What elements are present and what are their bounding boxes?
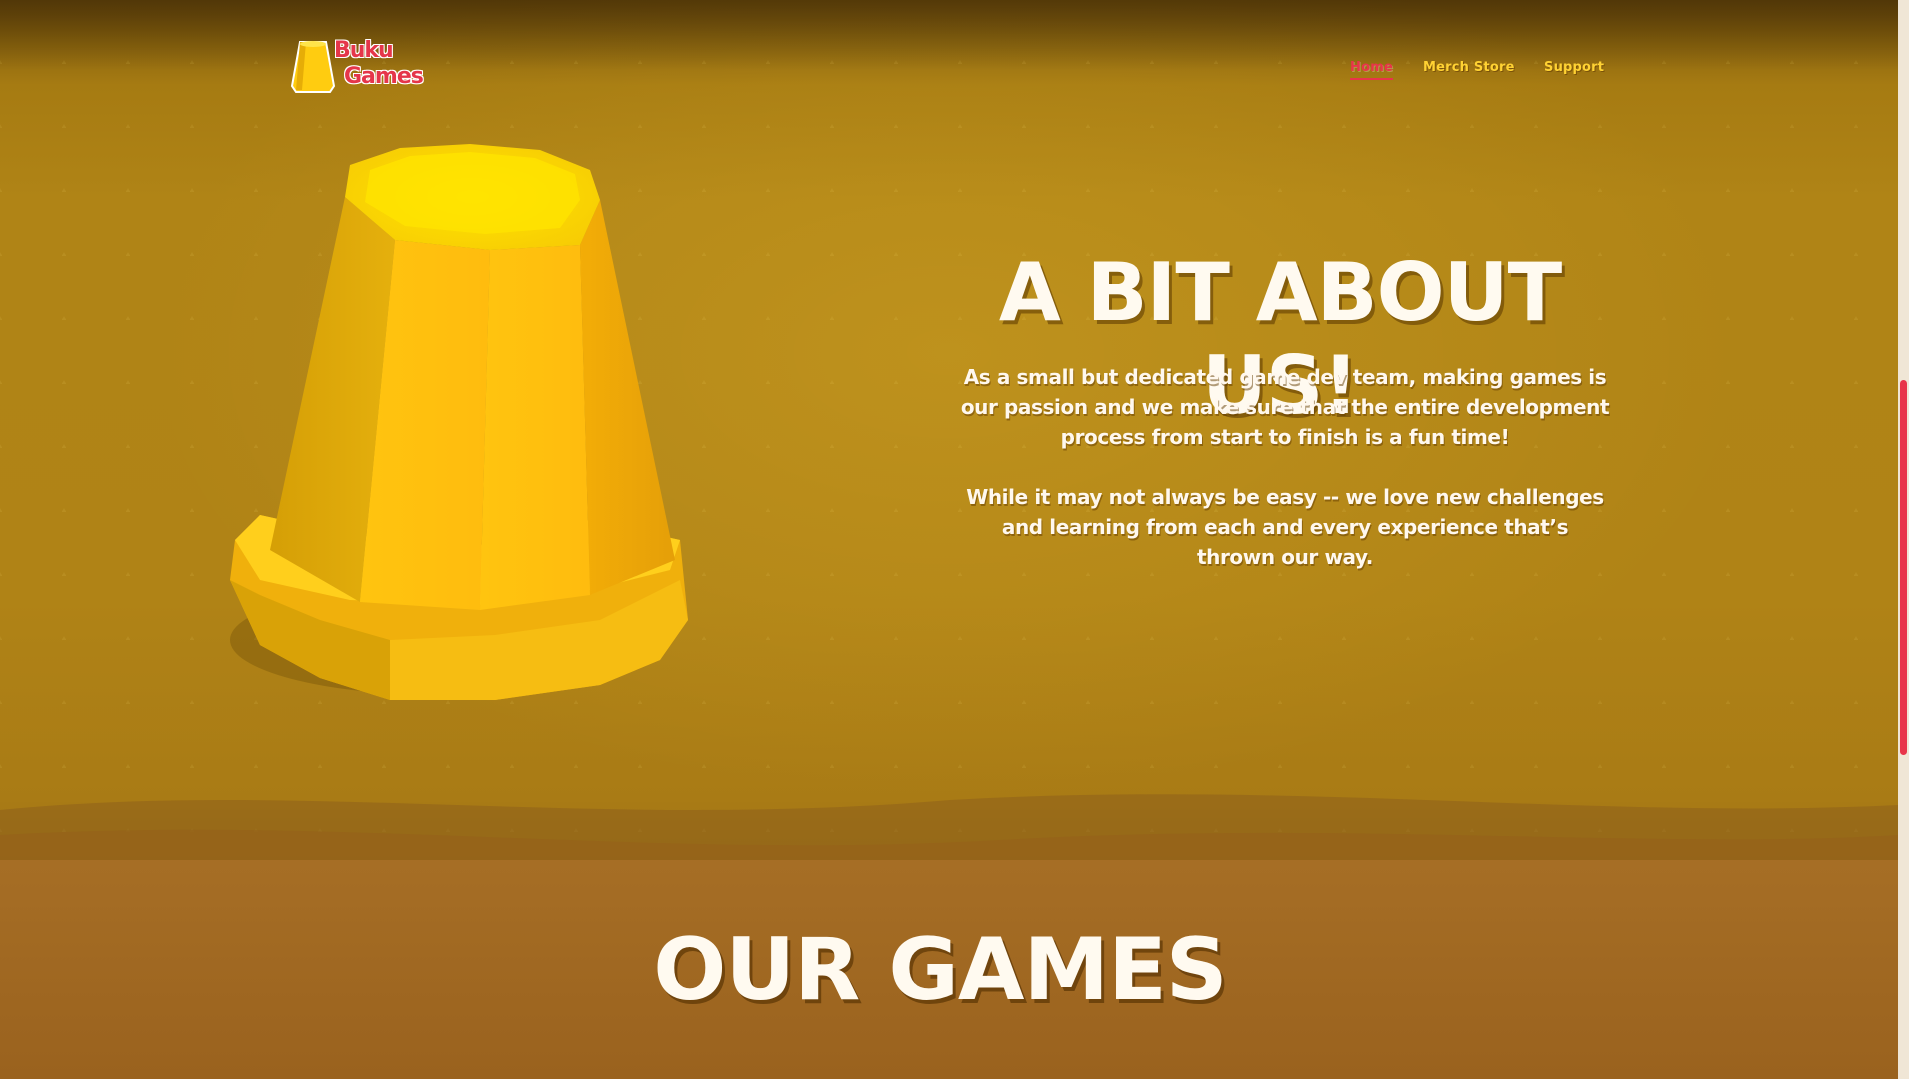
brand-line-2: Games [344,64,424,89]
games-title: OUR GAMES [653,920,1228,1020]
scrollbar-thumb[interactable] [1900,380,1907,755]
about-description: As a small but dedicated game dev team, … [960,362,1610,602]
nav-home[interactable]: Home [1350,60,1393,80]
brand-wordmark: Buku Games [334,38,424,90]
brand-line-1: Buku [334,38,394,63]
site-header: Buku Games Home Merch Store Support [0,0,1898,120]
about-paragraph-2: While it may not always be easy -- we lo… [966,485,1604,569]
about-paragraph-1: As a small but dedicated game dev team, … [960,365,1610,449]
yellow-cup-icon [290,41,336,93]
nav-merch-store[interactable]: Merch Store [1423,60,1515,75]
brand-logo[interactable]: Buku Games [290,36,424,98]
hero-cup-icon [230,144,688,700]
nav-support[interactable]: Support [1544,60,1604,75]
hero-section: A BIT ABOUT US! As a small but dedicated… [0,0,1898,880]
